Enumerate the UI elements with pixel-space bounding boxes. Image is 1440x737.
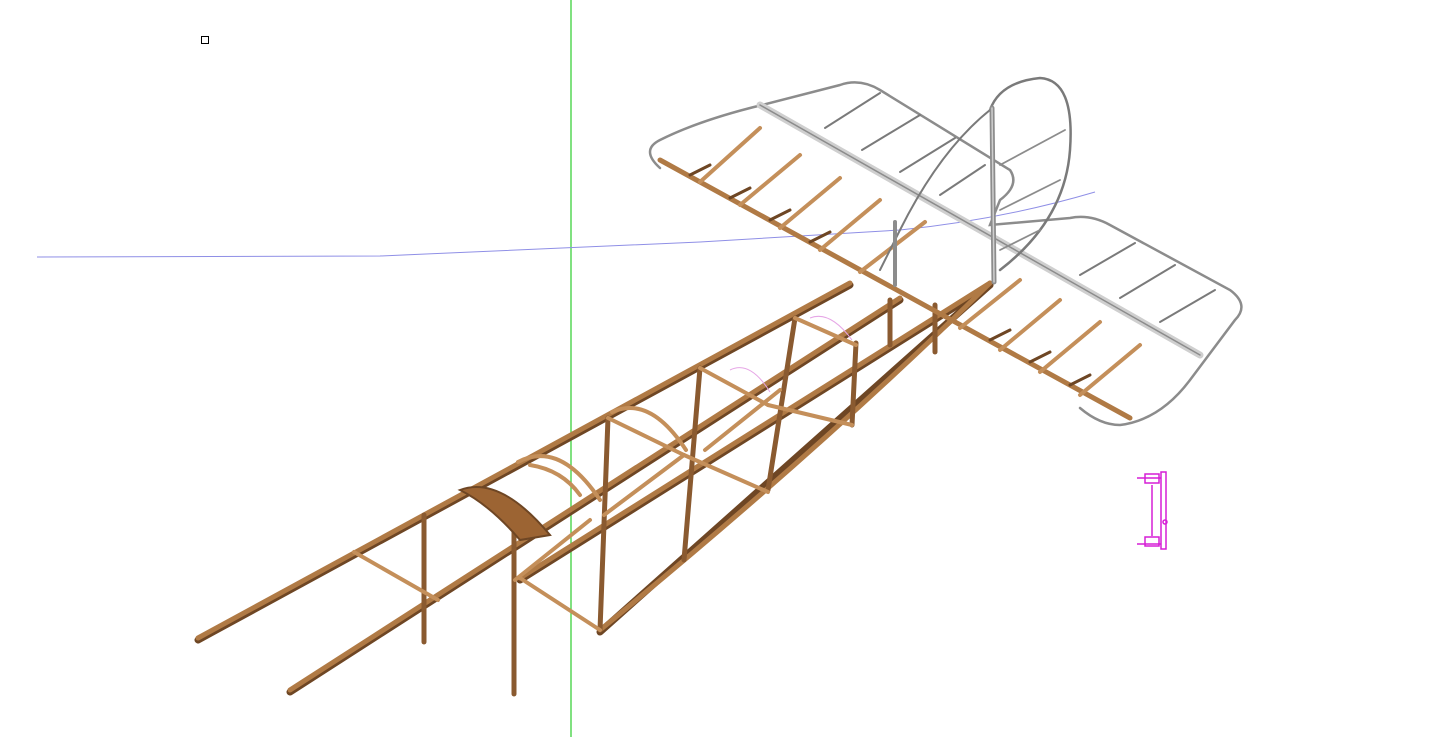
- fuselage-frame[interactable]: [194, 280, 994, 697]
- component-gizmo-icon[interactable]: [1137, 471, 1168, 550]
- model-scene[interactable]: [0, 0, 1440, 737]
- bottom-longeron-left: [517, 280, 993, 581]
- horizontal-stabilizer[interactable]: [648, 81, 1243, 427]
- 3d-viewport[interactable]: [0, 0, 1440, 737]
- front-bulkhead: [457, 486, 552, 542]
- stabilizer-outline: [648, 81, 1243, 427]
